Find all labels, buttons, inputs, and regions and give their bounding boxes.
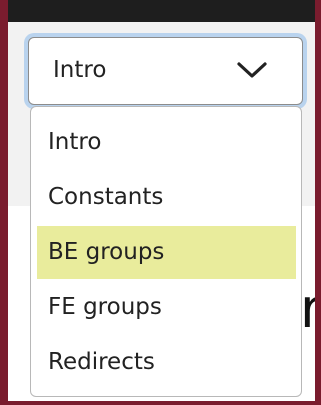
chevron-down-icon <box>237 62 267 78</box>
select-dropdown-list: Intro Constants BE groups FE groups Redi… <box>30 106 302 397</box>
option-fe-groups[interactable]: FE groups <box>37 281 296 334</box>
option-intro[interactable]: Intro <box>37 116 296 169</box>
option-be-groups[interactable]: BE groups <box>37 226 296 279</box>
select-current-value: Intro <box>53 57 107 83</box>
option-redirects[interactable]: Redirects <box>37 336 296 389</box>
section-select[interactable]: Intro <box>28 37 303 105</box>
option-constants[interactable]: Constants <box>37 171 296 224</box>
